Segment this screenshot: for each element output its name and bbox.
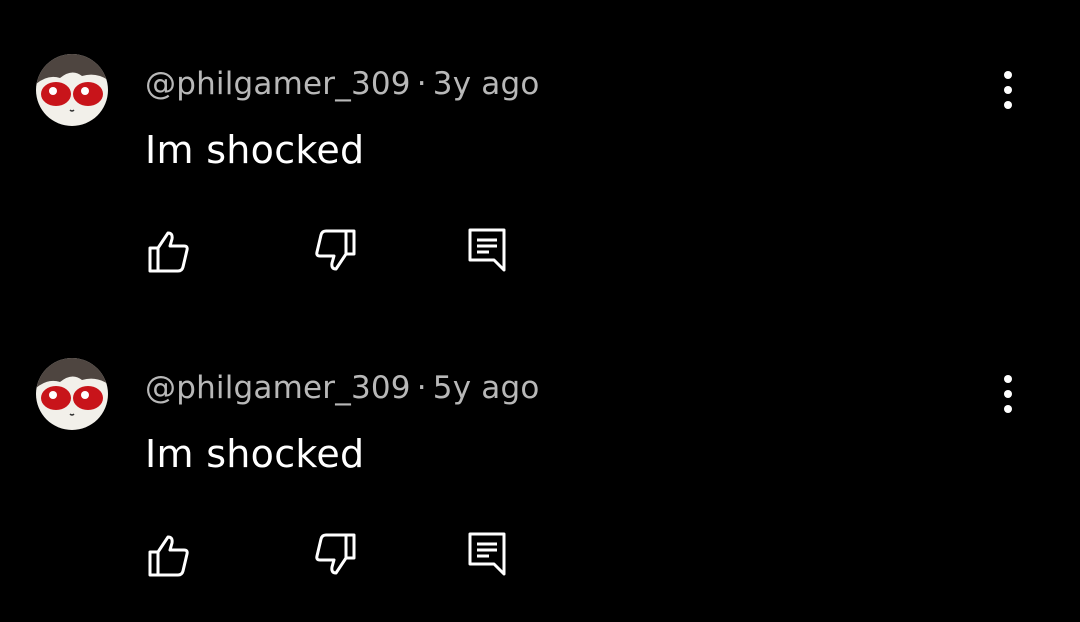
like-button[interactable] (144, 531, 192, 579)
thumb-up-icon (148, 535, 189, 577)
comment-text: Im shocked (145, 432, 365, 476)
more-vert-icon (1004, 375, 1012, 413)
avatar-face-icon (36, 358, 108, 430)
more-options-button[interactable] (990, 372, 1026, 416)
comment-timestamp: 5y ago (432, 370, 540, 406)
author-name[interactable]: @philgamer_309 (145, 370, 411, 406)
avatar[interactable] (36, 358, 108, 430)
reply-button[interactable] (462, 530, 510, 578)
meta-separator: · (416, 370, 427, 406)
reply-comment-icon (468, 532, 506, 576)
comment-meta: @philgamer_309 · 5y ago (145, 368, 540, 408)
dislike-button[interactable] (312, 531, 360, 579)
comment-item: @philgamer_309 · 5y ago Im shocked (0, 0, 1080, 577)
thumb-down-icon (315, 533, 356, 575)
